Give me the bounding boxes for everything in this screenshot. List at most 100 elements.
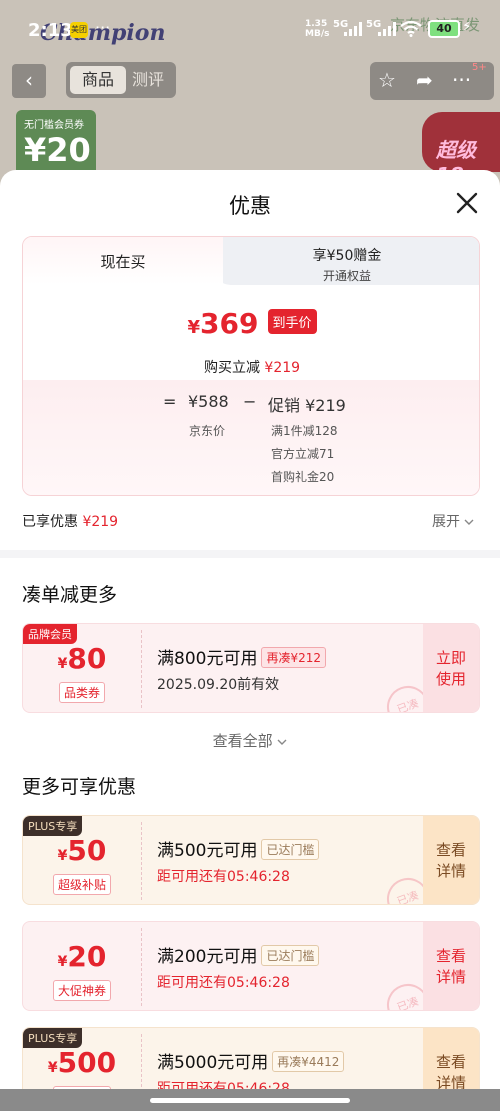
coupon-condition: 满200元可用 已达门槛	[157, 942, 320, 967]
coupon-currency: ¥	[57, 656, 68, 672]
chevron-down-icon	[464, 519, 474, 525]
home-indicator[interactable]	[150, 1098, 350, 1103]
coupon-chip: 再凑¥212	[261, 647, 326, 668]
use-now-button[interactable]: 立即 使用	[423, 624, 479, 712]
discount-sheet: 优惠 享¥50赠金 开通权益 现在买 ¥369 到手价 购买立减 ¥219 = …	[0, 170, 500, 1111]
coupon-condition-text: 满200元可用	[157, 947, 258, 967]
status-bar: 2:13 美团 ··· 1.35 MB/s 5G 5G 40 ⚡	[0, 0, 500, 60]
coupon-countdown: 距可用还有05:46:28	[157, 975, 290, 991]
action-line: 查看	[435, 841, 466, 859]
coupon-chip: 已达门槛	[261, 945, 320, 966]
breakdown-equals: =	[163, 392, 177, 411]
view-details-button[interactable]: 查看 详情	[423, 816, 479, 904]
product-tabs: 商品 测评	[66, 62, 176, 98]
final-price-badge: 到手价	[267, 309, 317, 334]
status-time: 2:13	[28, 20, 73, 41]
final-price-section: ¥369 到手价 购买立减 ¥219	[23, 285, 479, 380]
final-price-value: 369	[199, 307, 259, 340]
tab-review[interactable]: 测评	[132, 66, 164, 94]
breakdown-minus: −	[243, 392, 257, 411]
coupon-card[interactable]: 品牌会员 ¥80 品类券 满800元可用 再凑¥212 2025.09.20前有效…	[22, 623, 480, 713]
status-more-icon: ···	[95, 18, 111, 37]
share-icon[interactable]: ➦	[416, 68, 433, 92]
instant-discount-label: 购买立减	[203, 360, 260, 376]
coupon-chip: 已达门槛	[261, 839, 320, 860]
coupon-condition: 满800元可用 再凑¥212	[157, 644, 326, 669]
charging-icon: ⚡	[462, 19, 472, 35]
section-divider	[0, 550, 500, 558]
promo-item: 满1件减128	[271, 424, 338, 438]
coupon-chip: 再凑¥4412	[272, 1051, 345, 1072]
coupon-card[interactable]: PLUS专享 ¥50 超级补贴 满500元可用 已达门槛 距可用还有05:46:2…	[22, 815, 480, 905]
coupon-type: 大促神券	[23, 980, 141, 1001]
jd-price-label: 京东价	[189, 424, 226, 438]
coupon-amount: ¥20	[23, 940, 141, 973]
coupon-divider	[141, 630, 142, 708]
coupon-validity: 2025.09.20前有效	[157, 677, 280, 693]
instant-discount-amount: ¥219	[264, 360, 301, 376]
coupon-condition-text: 满5000元可用	[157, 1053, 269, 1073]
coupon-amount-value: 500	[57, 1046, 117, 1079]
wifi-icon	[400, 20, 422, 37]
action-line: 详情	[435, 862, 466, 880]
coupon-amount: ¥500	[23, 1046, 141, 1079]
coupon-currency: ¥	[47, 1060, 58, 1076]
tab-product[interactable]: 商品	[70, 66, 126, 94]
coupon-currency: ¥	[57, 848, 68, 864]
coupon-tag: PLUS专享	[23, 1028, 83, 1048]
network-speed-value: 1.35	[305, 19, 328, 29]
coupon-type-label: 超级补贴	[52, 874, 111, 895]
chevron-down-icon	[277, 739, 287, 745]
coupon-card[interactable]: ¥20 大促神券 满200元可用 已达门槛 距可用还有05:46:28 已凑 查看…	[22, 921, 480, 1011]
coupon-amount-value: 50	[67, 834, 107, 867]
tab-membership-line1: 享¥50赠金	[312, 248, 382, 264]
see-all-label: 查看全部	[212, 732, 273, 750]
see-all-button[interactable]: 查看全部	[0, 730, 500, 751]
coupon-amount-value: 20	[67, 940, 107, 973]
action-line: 查看	[435, 1053, 466, 1071]
coupon-condition-text: 满800元可用	[157, 649, 258, 669]
coupon-divider	[141, 928, 142, 1006]
network-speed: 1.35 MB/s	[305, 19, 329, 39]
sheet-title: 优惠	[229, 194, 271, 218]
coupon-condition: 满5000元可用 再凑¥4412	[157, 1048, 345, 1073]
coupon-tag: PLUS专享	[23, 816, 83, 836]
tab-membership-line2: 开通权益	[322, 269, 371, 283]
coupon-divider	[141, 822, 142, 900]
expand-button[interactable]: 展开	[432, 511, 474, 531]
section-title-more-discount: 凑单减更多	[22, 584, 118, 606]
instant-discount-line: 购买立减 ¥219	[23, 357, 479, 377]
enjoyed-discount: 已享优惠 ¥219	[22, 511, 118, 531]
expand-label: 展开	[432, 514, 460, 530]
coupon-currency: ¥	[57, 954, 68, 970]
view-details-button[interactable]: 查看 详情	[423, 922, 479, 1010]
jd-price-value: ¥588	[188, 392, 229, 411]
coupon-left: PLUS专享 ¥50 超级补贴	[23, 816, 141, 904]
action-line: 详情	[435, 968, 466, 986]
favorite-star-icon[interactable]: ☆	[378, 68, 396, 92]
coupon-amount: ¥80	[23, 642, 141, 675]
price-tabs: 享¥50赠金 开通权益 现在买	[23, 237, 479, 285]
coupon-condition: 满500元可用 已达门槛	[157, 836, 320, 861]
coupon-preview-amount: ¥20	[24, 131, 91, 169]
meituan-app-icon: 美团	[70, 22, 88, 38]
coupon-countdown: 距可用还有05:46:28	[157, 869, 290, 885]
promo-item: 首购礼金20	[271, 470, 335, 484]
price-breakdown-card: 享¥50赠金 开通权益 现在买 ¥369 到手价 购买立减 ¥219 = ¥58…	[22, 236, 480, 496]
enjoyed-discount-amount: ¥219	[82, 514, 119, 530]
close-icon[interactable]	[452, 188, 482, 218]
gesture-bar	[0, 1089, 500, 1111]
coupon-type-label: 大促神券	[52, 980, 111, 1001]
price-breakdown: = ¥588 − 促销 ¥219 京东价 满1件减128 官方立减71 首购礼金…	[23, 380, 479, 495]
promo-banner: 超级18	[422, 112, 500, 187]
tab-buy-now[interactable]: 现在买	[23, 237, 223, 285]
more-icon[interactable]: ···	[452, 68, 471, 92]
coupon-left: 品牌会员 ¥80 品类券	[23, 624, 141, 712]
battery-indicator: 40	[428, 20, 460, 38]
final-price: ¥369 到手价	[23, 307, 479, 340]
coupon-condition-text: 满500元可用	[157, 841, 258, 861]
back-button[interactable]: ‹	[12, 64, 46, 98]
action-line: 使用	[435, 670, 466, 688]
signal-bars-icon	[344, 22, 362, 36]
tab-membership-benefit[interactable]: 享¥50赠金 开通权益	[213, 237, 479, 285]
